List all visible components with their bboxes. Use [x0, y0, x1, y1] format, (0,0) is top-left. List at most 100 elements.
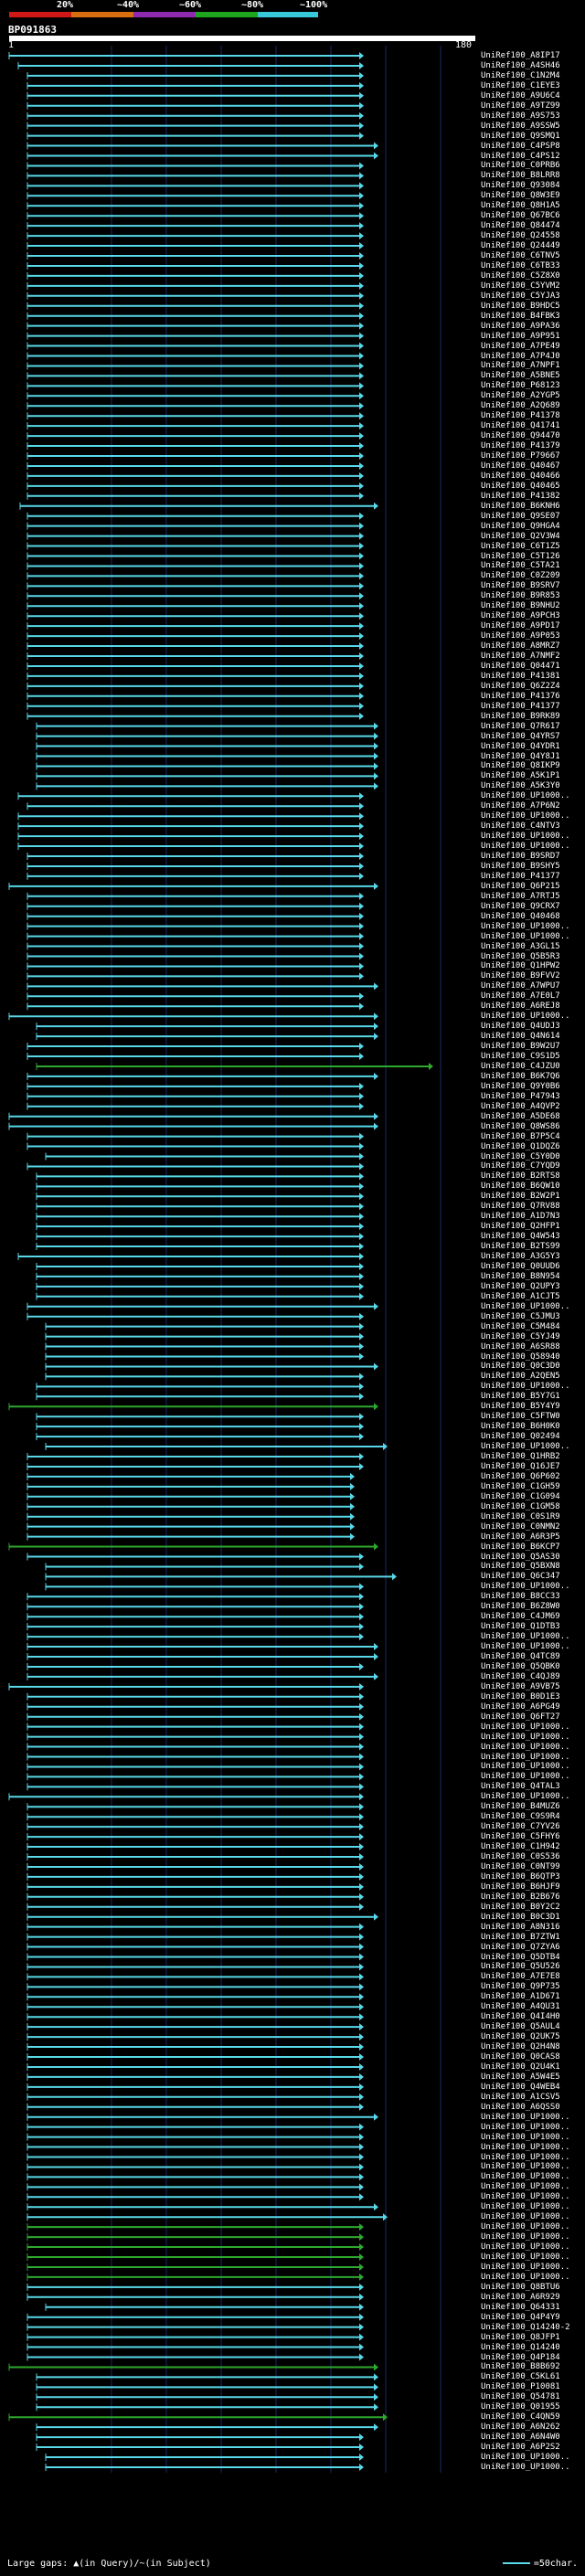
hit-row[interactable]: [27, 592, 364, 600]
hit-row[interactable]: [27, 322, 364, 330]
hit-row[interactable]: [27, 222, 364, 230]
hit-row[interactable]: [27, 1903, 364, 1911]
hit-label[interactable]: UniRef100_A7NMF2: [481, 652, 560, 661]
hit-label[interactable]: UniRef100_B2RTS8: [481, 1171, 560, 1181]
hit-label[interactable]: UniRef100_Q8H1A5: [481, 201, 560, 210]
hit-row[interactable]: [27, 1953, 364, 1961]
hit-row[interactable]: [27, 2263, 364, 2271]
hit-row[interactable]: [27, 2223, 364, 2231]
hit-row[interactable]: [27, 1692, 364, 1701]
hit-row[interactable]: [27, 402, 364, 410]
hit-label[interactable]: UniRef100_Q14240-2: [481, 2323, 570, 2332]
hit-label[interactable]: UniRef100_Q01955: [481, 2402, 560, 2412]
hit-label[interactable]: UniRef100_Q84474: [481, 221, 560, 230]
hit-row[interactable]: [27, 132, 364, 140]
hit-row[interactable]: [45, 1332, 364, 1341]
hit-label[interactable]: UniRef100_C1EYE3: [481, 81, 560, 90]
hit-row[interactable]: [36, 1272, 364, 1280]
hit-label[interactable]: UniRef100_C5FHY6: [481, 1832, 560, 1841]
hit-row[interactable]: [27, 942, 364, 950]
hit-label[interactable]: UniRef100_A7E0L7: [481, 991, 560, 1001]
hit-label[interactable]: UniRef100_Q4P4Y9: [481, 2313, 560, 2322]
hit-row[interactable]: [27, 312, 364, 320]
hit-label[interactable]: UniRef100_UP1000..: [481, 2172, 570, 2181]
hit-row[interactable]: [8, 1122, 378, 1130]
hit-row[interactable]: [27, 1973, 364, 1981]
hit-row[interactable]: [45, 2303, 364, 2311]
hit-label[interactable]: UniRef100_A1CJT5: [481, 1292, 560, 1301]
hit-label[interactable]: UniRef100_C0Z209: [481, 571, 560, 580]
hit-row[interactable]: [36, 772, 378, 780]
hit-label[interactable]: UniRef100_B2TS99: [481, 1242, 560, 1251]
hit-row[interactable]: [27, 952, 364, 960]
hit-label[interactable]: UniRef100_Q41741: [481, 421, 560, 430]
hit-row[interactable]: [27, 1892, 364, 1901]
hit-label[interactable]: UniRef100_A5K1P1: [481, 771, 560, 780]
hit-label[interactable]: UniRef100_Q4I4H0: [481, 2012, 560, 2021]
hit-label[interactable]: UniRef100_B8CC33: [481, 1592, 560, 1601]
hit-row[interactable]: [27, 2233, 364, 2242]
hit-row[interactable]: [27, 2013, 364, 2021]
hit-row[interactable]: [27, 972, 364, 981]
hit-row[interactable]: [27, 642, 364, 651]
hit-label[interactable]: UniRef100_Q8JFP1: [481, 2333, 560, 2342]
hit-label[interactable]: UniRef100_C5M484: [481, 1322, 560, 1331]
hit-row[interactable]: [27, 2103, 364, 2111]
hit-label[interactable]: UniRef100_UP1000..: [481, 2113, 570, 2122]
hit-label[interactable]: UniRef100_A9S753: [481, 111, 560, 121]
hit-label[interactable]: UniRef100_P41378: [481, 411, 560, 420]
hit-label[interactable]: UniRef100_A5W4E5: [481, 2072, 560, 2082]
hit-row[interactable]: [27, 1862, 364, 1871]
hit-label[interactable]: UniRef100_B5Y4Y9: [481, 1402, 560, 1411]
hit-label[interactable]: UniRef100_A9U6C4: [481, 91, 560, 101]
hit-label[interactable]: UniRef100_UP1000..: [481, 2182, 570, 2191]
hit-label[interactable]: UniRef100_UP1000..: [481, 2143, 570, 2152]
hit-row[interactable]: [45, 1352, 364, 1361]
hit-row[interactable]: [27, 162, 364, 170]
hit-row[interactable]: [27, 432, 364, 440]
hit-row[interactable]: [27, 1132, 364, 1140]
hit-label[interactable]: UniRef100_B6K7Q6: [481, 1072, 560, 1081]
hit-row[interactable]: [36, 2373, 378, 2381]
hit-row[interactable]: [45, 1443, 388, 1451]
hit-label[interactable]: UniRef100_Q5AUL4: [481, 2022, 560, 2031]
hit-row[interactable]: [27, 853, 364, 860]
hit-label[interactable]: UniRef100_A6SR88: [481, 1342, 560, 1352]
hit-label[interactable]: UniRef100_UP1000..: [481, 2133, 570, 2142]
hit-row[interactable]: [8, 52, 364, 59]
hit-row[interactable]: [27, 382, 364, 390]
hit-row[interactable]: [45, 1342, 364, 1351]
hit-label[interactable]: UniRef100_B8B692: [481, 2362, 560, 2371]
hit-label[interactable]: UniRef100_Q93084: [481, 181, 560, 190]
hit-label[interactable]: UniRef100_B2W2P1: [481, 1192, 560, 1201]
hit-label[interactable]: UniRef100_Q24558: [481, 231, 560, 240]
hit-label[interactable]: UniRef100_A6N262: [481, 2422, 560, 2432]
hit-label[interactable]: UniRef100_UP1000..: [481, 1632, 570, 1641]
hit-row[interactable]: [27, 1813, 364, 1821]
hit-row[interactable]: [27, 1833, 364, 1841]
hit-label[interactable]: UniRef100_C9S9R4: [481, 1812, 560, 1821]
hit-row[interactable]: [36, 1292, 364, 1300]
hit-row[interactable]: [27, 152, 378, 160]
hit-label[interactable]: UniRef100_A9PCH3: [481, 611, 560, 620]
hit-row[interactable]: [36, 1172, 364, 1181]
hit-row[interactable]: [27, 1702, 364, 1711]
hit-row[interactable]: [27, 1512, 355, 1521]
hit-row[interactable]: [27, 461, 364, 470]
hit-label[interactable]: UniRef100_C5JMU3: [481, 1312, 560, 1321]
hit-label[interactable]: UniRef100_C5FTW0: [481, 1412, 560, 1421]
hit-row[interactable]: [27, 1763, 364, 1771]
hit-label[interactable]: UniRef100_Q7ZYA6: [481, 1943, 560, 1952]
hit-label[interactable]: UniRef100_C4PS12: [481, 152, 560, 161]
hit-label[interactable]: UniRef100_C5TA21: [481, 561, 560, 570]
hit-row[interactable]: [27, 562, 364, 570]
hit-label[interactable]: UniRef100_A9P951: [481, 332, 560, 341]
hit-label[interactable]: UniRef100_Q4TC89: [481, 1652, 560, 1661]
hit-label[interactable]: UniRef100_B2B676: [481, 1892, 560, 1902]
hit-row[interactable]: [27, 472, 364, 480]
hit-label[interactable]: UniRef100_Q58940: [481, 1352, 560, 1362]
hit-row[interactable]: [27, 91, 364, 100]
hit-row[interactable]: [36, 1223, 364, 1231]
hit-label[interactable]: UniRef100_C1GM58: [481, 1502, 560, 1511]
hit-label[interactable]: UniRef100_UP1000..: [481, 1302, 570, 1311]
